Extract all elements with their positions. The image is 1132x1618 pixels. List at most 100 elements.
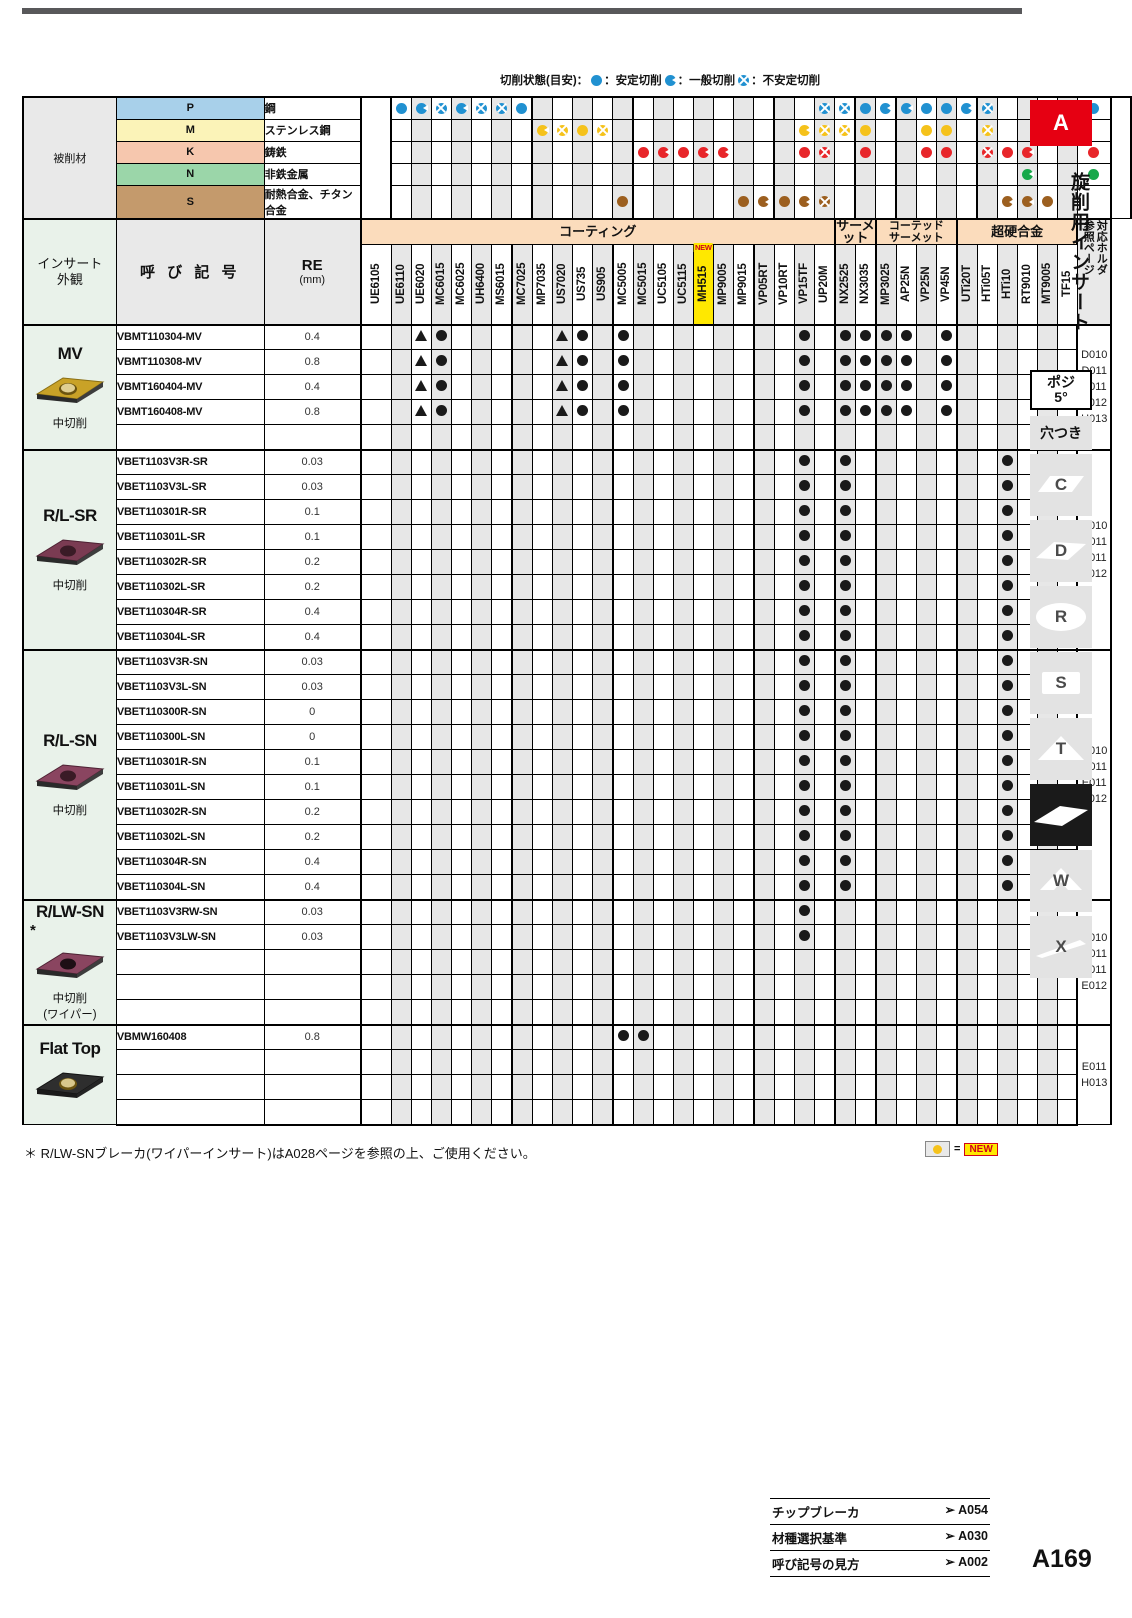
grade-availability-cell	[692, 399, 714, 425]
condition-cell	[470, 162, 492, 186]
insert-designation[interactable]: VBET110302R-SR	[115, 549, 265, 575]
sidebar-shape-c[interactable]: C	[1030, 454, 1092, 516]
insert-designation[interactable]	[115, 999, 265, 1025]
insert-designation[interactable]: VBET110302L-SN	[115, 824, 265, 850]
grade-availability-cell	[551, 374, 573, 400]
grade-availability-cell	[531, 1049, 553, 1075]
legend-label-stable: ：安定切削	[604, 75, 662, 87]
grade-availability-cell	[430, 648, 452, 675]
ref-page-item[interactable]: E011	[1078, 1059, 1110, 1075]
insert-designation[interactable]: VBET110301L-SR	[115, 524, 265, 550]
grade-availability-cell	[895, 874, 917, 900]
grade-availability-cell	[915, 524, 937, 550]
grade-availability-cell	[390, 474, 412, 500]
bottom-ref-page[interactable]: ➢ A030	[945, 1528, 988, 1547]
sidebar-shape-r[interactable]: R	[1030, 586, 1092, 648]
grade-availability-cell	[511, 624, 533, 650]
bottom-ref-page[interactable]: ➢ A054	[945, 1502, 988, 1521]
insert-designation[interactable]: VBET110304R-SN	[115, 849, 265, 875]
grade-availability-cell	[712, 898, 734, 925]
grade-availability-cell	[692, 499, 714, 525]
grade-availability-cell	[915, 1099, 937, 1126]
sidebar-shape-s[interactable]: S	[1030, 652, 1092, 714]
section-note: 中切削 (ワイパー)	[43, 993, 97, 1021]
sidebar-shape-d[interactable]: D	[1030, 520, 1092, 582]
bottom-ref-row[interactable]: 呼び記号の見方 ➢ A002	[770, 1551, 990, 1577]
insert-designation[interactable]: VBET110304R-SR	[115, 599, 265, 625]
insert-designation[interactable]: VBET1103V3L-SN	[115, 674, 265, 700]
insert-designation[interactable]	[115, 974, 265, 1000]
grade-availability-cell	[854, 974, 877, 1000]
grade-availability-cell	[490, 524, 513, 550]
insert-designation[interactable]: VBMT160408-MV	[115, 399, 265, 425]
condition-cell	[956, 140, 979, 164]
insert-designation[interactable]: VBET110304L-SN	[115, 874, 265, 900]
insert-designation[interactable]: VBET1103V3LW-SN	[115, 924, 265, 950]
grade-availability-cell	[652, 574, 674, 600]
insert-designation[interactable]: VBET1103V3R-SR	[115, 448, 265, 475]
sidebar-shape-t[interactable]: T	[1030, 718, 1092, 780]
insert-designation[interactable]: VBET110302R-SN	[115, 799, 265, 825]
insert-designation[interactable]: VBET110302L-SR	[115, 574, 265, 600]
insert-designation[interactable]	[115, 949, 265, 975]
grade-availability-cell	[390, 799, 412, 825]
bottom-ref-page[interactable]: ➢ A002	[945, 1554, 988, 1573]
insert-designation[interactable]: VBET110300R-SN	[115, 699, 265, 725]
grade-availability-cell	[773, 448, 795, 475]
grade-availability-cell	[956, 749, 978, 775]
sidebar-tab-letter[interactable]: A	[1030, 100, 1092, 146]
ref-page-item[interactable]: E012	[1078, 978, 1110, 994]
grade-availability-cell	[652, 448, 674, 475]
grade-availability-cell	[470, 974, 492, 1000]
insert-designation[interactable]: VBET110301R-SN	[115, 749, 265, 775]
grade-availability-cell	[692, 724, 714, 750]
insert-designation[interactable]: VBMW160408	[115, 1023, 265, 1050]
grade-header-cell: MP3025	[875, 244, 897, 325]
grade-availability-cell	[895, 1074, 917, 1100]
grade-availability-cell	[732, 499, 755, 525]
grade-availability-cell	[430, 849, 452, 875]
insert-designation[interactable]: VBET1103V3R-SN	[115, 648, 265, 675]
condition-cell	[511, 118, 534, 142]
ref-page-item[interactable]: H013	[1078, 1075, 1110, 1091]
insert-designation[interactable]: VBET110301R-SR	[115, 499, 265, 525]
condition-cell	[591, 184, 614, 219]
insert-designation[interactable]: VBMT160404-MV	[115, 374, 265, 400]
grade-availability-cell	[753, 898, 775, 925]
sidebar-shape-v[interactable]: V	[1030, 784, 1092, 846]
sidebar-shape-w[interactable]: W	[1030, 850, 1092, 912]
condition-cell	[915, 140, 937, 164]
insert-designation[interactable]	[115, 1049, 265, 1075]
insert-designation[interactable]	[115, 1074, 265, 1100]
insert-designation[interactable]: VBET110300L-SN	[115, 724, 265, 750]
grade-availability-cell	[692, 1074, 714, 1100]
insert-designation[interactable]: VBET110304L-SR	[115, 624, 265, 650]
bottom-ref-row[interactable]: チップブレーカ ➢ A054	[770, 1498, 990, 1525]
workpiece-code-S: S	[115, 184, 265, 219]
insert-designation[interactable]	[115, 1099, 265, 1126]
insert-designation[interactable]: VBMT110308-MV	[115, 349, 265, 375]
grade-availability-cell	[390, 874, 412, 900]
grade-availability-cell	[956, 874, 978, 900]
grade-availability-cell	[692, 824, 714, 850]
grade-availability-cell	[813, 898, 836, 925]
grade-availability-cell	[390, 674, 412, 700]
grade-availability-cell	[834, 1099, 856, 1126]
grade-availability-cell	[410, 799, 432, 825]
sidebar-shape-x[interactable]: X	[1030, 916, 1092, 978]
insert-designation[interactable]: VBET1103V3RW-SN	[115, 898, 265, 925]
cross-circle-mark	[982, 124, 994, 136]
insert-designation[interactable]: VBMT110304-MV	[115, 323, 265, 350]
bottom-ref-row[interactable]: 材種選択基準 ➢ A030	[770, 1525, 990, 1551]
corner-radius-value: 0.2	[263, 824, 362, 850]
grade-availability-cell	[712, 1049, 734, 1075]
insert-designation[interactable]	[115, 424, 265, 450]
grade-availability-cell	[813, 699, 836, 725]
condition-cell	[450, 184, 472, 219]
insert-designation[interactable]: VBET1103V3L-SR	[115, 474, 265, 500]
insert-designation[interactable]: VBET110301L-SN	[115, 774, 265, 800]
grade-availability-cell	[854, 549, 877, 575]
grade-availability-cell	[591, 1049, 614, 1075]
grade-availability-cell	[490, 974, 513, 1000]
grade-availability-cell	[490, 574, 513, 600]
